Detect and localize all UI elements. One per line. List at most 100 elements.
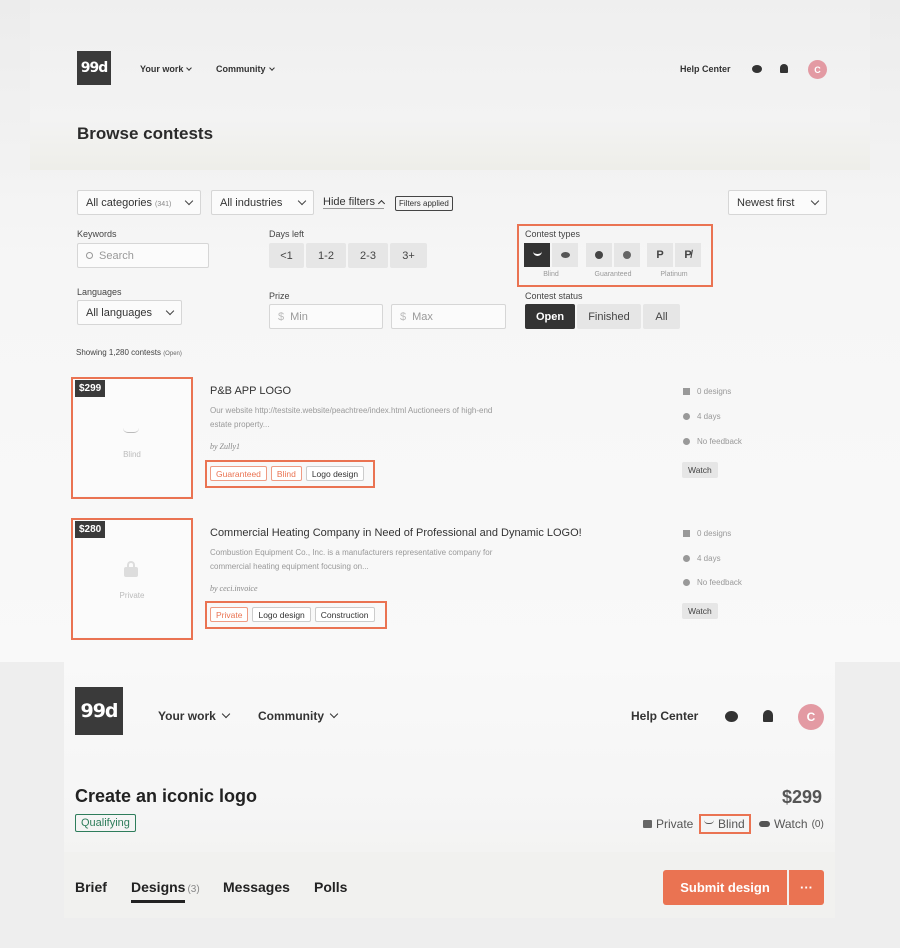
avatar[interactable]: C [808, 60, 827, 79]
feedback-status: No feedback [697, 578, 742, 587]
private-indicator: Private [643, 817, 693, 831]
tag-construction[interactable]: Construction [314, 607, 375, 622]
tab-messages[interactable]: Messages [223, 879, 290, 895]
guaranteed-caption: Guaranteed [594, 271, 632, 278]
industries-select[interactable]: All industries [211, 190, 314, 215]
platinum-icon: P [656, 249, 664, 261]
prize-min-input[interactable]: $ Min [269, 304, 383, 329]
more-options-button[interactable]: ··· [789, 870, 824, 905]
bell-icon[interactable] [763, 710, 773, 722]
tag-logo-design[interactable]: Logo design [252, 607, 311, 622]
watch-button[interactable]: Watch [682, 603, 718, 619]
browse-header-band [30, 0, 870, 170]
sort-select[interactable]: Newest first [728, 190, 827, 215]
contest-title: Create an iconic logo [75, 786, 258, 806]
chevron-down-icon [186, 64, 193, 71]
days-stat: 4 days [683, 554, 721, 563]
status-all-button[interactable]: All [643, 304, 680, 329]
feedback-stat: No feedback [683, 437, 742, 446]
days-left-option[interactable]: 3+ [390, 243, 427, 268]
tab-brief[interactable]: Brief [75, 879, 107, 895]
days-left-option[interactable]: 1-2 [306, 243, 346, 268]
blind-type-button[interactable] [524, 243, 550, 267]
lock-icon [643, 820, 652, 828]
logo[interactable]: 99d [75, 687, 123, 735]
avatar[interactable]: C [798, 704, 824, 730]
days-left: 4 days [697, 412, 721, 421]
speech-bubble-icon [683, 579, 690, 586]
contest-price: $299 [782, 787, 823, 807]
categories-select[interactable]: All categories (341) [77, 190, 201, 215]
logo[interactable]: 99d [77, 51, 111, 85]
nav-community-label: Community [258, 709, 324, 723]
languages-select[interactable]: All languages [77, 300, 182, 325]
not-guaranteed-type-button[interactable] [614, 243, 640, 267]
platinum-type-button[interactable]: P [647, 243, 673, 267]
watch-toggle[interactable]: Watch (0) [759, 817, 824, 831]
messages-icon[interactable] [725, 711, 738, 722]
nav-your-work[interactable]: Your work [140, 64, 193, 74]
days-left-option[interactable]: <1 [269, 243, 304, 268]
status-finished-button[interactable]: Finished [577, 304, 641, 329]
chevron-up-icon [377, 199, 386, 208]
tab-polls[interactable]: Polls [314, 879, 347, 895]
desc-line: commercial heating equipment focusing on… [210, 562, 369, 571]
keywords-search-input[interactable]: Search [77, 243, 209, 268]
days-stat: 4 days [683, 412, 721, 421]
help-center-link[interactable]: Help Center [680, 64, 731, 74]
watch-button[interactable]: Watch [682, 462, 718, 478]
prize-max-placeholder: Max [412, 310, 433, 323]
messages-icon[interactable] [752, 65, 762, 73]
private-label: Private [656, 817, 694, 831]
contest-tags: Private Logo design Construction [207, 607, 382, 622]
tab-label: Brief [75, 879, 107, 895]
desc-line: Combustion Equipment Co., Inc. is a manu… [210, 548, 493, 557]
nav-your-work-label: Your work [158, 709, 216, 723]
prize-max-input[interactable]: $ Max [391, 304, 506, 329]
guaranteed-type-button[interactable] [586, 243, 612, 267]
tag-private[interactable]: Private [210, 607, 249, 622]
not-platinum-type-button[interactable]: P̸ [675, 243, 701, 267]
tab-label: Designs [131, 879, 186, 895]
prize-min-placeholder: Min [290, 310, 308, 323]
thumbnail-highlight [71, 377, 193, 499]
tag-guaranteed[interactable]: Guaranteed [210, 466, 267, 481]
help-center-link[interactable]: Help Center [631, 709, 698, 723]
contest-author[interactable]: by ceci.invoice [210, 584, 258, 593]
nav-community[interactable]: Community [258, 709, 339, 723]
contest-author[interactable]: by Zully1 [210, 442, 240, 451]
submit-design-button[interactable]: Submit design [663, 870, 787, 905]
not-guaranteed-icon [623, 251, 631, 259]
designs-count: 0 designs [697, 387, 732, 396]
categories-count: (341) [155, 200, 172, 208]
contest-title[interactable]: Commercial Heating Company in Need of Pr… [210, 527, 582, 539]
contest-description: Combustion Equipment Co., Inc. is a manu… [210, 546, 560, 574]
prize-label: Prize [269, 291, 290, 301]
nav-community[interactable]: Community [216, 64, 275, 74]
desc-line: Our website http://testsite.website/peac… [210, 406, 493, 415]
days-left: 4 days [697, 554, 721, 563]
nav-community-label: Community [216, 64, 266, 74]
hide-filters-toggle[interactable]: Hide filters [323, 196, 386, 209]
days-left-option[interactable]: 2-3 [348, 243, 388, 268]
non-blind-type-button[interactable] [552, 243, 578, 267]
designs-icon [683, 530, 690, 537]
tab-designs[interactable]: Designs (3) [131, 879, 200, 895]
contest-title[interactable]: P&B APP LOGO [210, 385, 291, 397]
contest-description: Our website http://testsite.website/peac… [210, 404, 560, 432]
tab-label: Polls [314, 879, 348, 895]
dollar-icon: $ [278, 310, 285, 323]
blind-icon [532, 251, 542, 256]
tag-logo-design[interactable]: Logo design [305, 466, 365, 481]
categories-label: All categories [86, 196, 153, 209]
languages-label: Languages [77, 287, 122, 297]
bell-icon[interactable] [780, 64, 788, 73]
tag-blind[interactable]: Blind [270, 466, 302, 481]
search-placeholder: Search [99, 249, 134, 262]
binoculars-icon [759, 821, 770, 827]
industries-label: All industries [220, 196, 283, 209]
watch-label: Watch [774, 817, 808, 831]
status-open-button[interactable]: Open [525, 304, 575, 329]
dollar-icon: $ [400, 310, 407, 323]
nav-your-work[interactable]: Your work [158, 709, 231, 723]
